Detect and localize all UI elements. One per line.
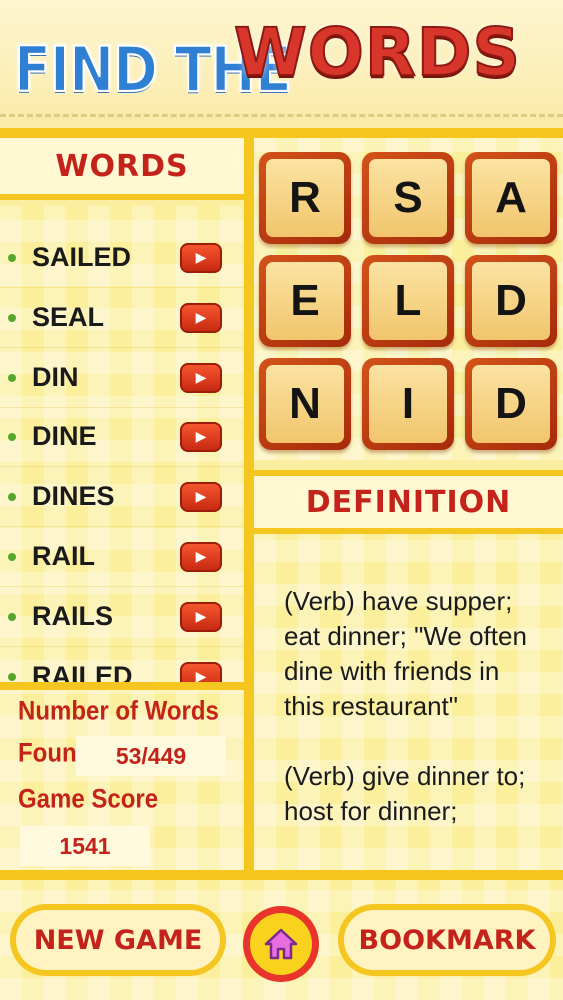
definition-panel[interactable]: (Verb) have supper; eat dinner; "We ofte… — [254, 534, 563, 870]
bullet-icon — [8, 432, 16, 441]
new-game-button[interactable]: NEW GAME — [10, 904, 226, 976]
game-score-label: Game Score — [18, 784, 159, 815]
letter-grid: R S A E L D N I D — [254, 138, 563, 460]
letter-tile[interactable]: N — [259, 358, 351, 450]
play-definition-button[interactable]: ▶ — [180, 362, 222, 393]
word-list-item: DINE ▶ — [0, 407, 244, 467]
title-header: FIND THE WORDS — [0, 0, 563, 128]
definition-heading-label: DEFINITION — [305, 484, 512, 520]
word-label: RAILED — [32, 661, 133, 682]
definition-text[interactable]: (Verb) have supper; eat dinner; "We ofte… — [284, 584, 544, 840]
word-list-item: RAILS ▶ — [0, 587, 244, 647]
play-definition-button[interactable]: ▶ — [180, 302, 222, 333]
letter-tile[interactable]: A — [465, 152, 557, 244]
play-definition-button[interactable]: ▶ — [180, 481, 222, 512]
word-label: DIN — [32, 362, 79, 392]
letter-tile[interactable]: L — [362, 255, 454, 347]
game-score-value: 1541 — [20, 826, 150, 866]
letter-tile[interactable]: R — [259, 152, 351, 244]
letter-tile-label: D — [472, 262, 550, 340]
word-label: RAIL — [32, 541, 95, 571]
bullet-icon — [8, 253, 16, 262]
bookmark-button[interactable]: BOOKMARK — [338, 904, 556, 976]
word-list-item: DIN ▶ — [0, 348, 244, 408]
letter-tile-label: R — [266, 159, 344, 237]
play-definition-button[interactable]: ▶ — [180, 661, 222, 682]
stitch-divider — [0, 114, 563, 122]
bullet-icon — [8, 672, 16, 681]
definition-paragraph: (Verb) give dinner to; host for dinner; — [284, 761, 526, 826]
letter-tile-label: I — [369, 365, 447, 443]
letter-tile-label: E — [266, 262, 344, 340]
word-label: RAILS — [32, 601, 113, 631]
word-list-item: RAIL ▶ — [0, 527, 244, 587]
word-list-item: SEAL ▶ — [0, 288, 244, 348]
home-button[interactable] — [243, 906, 319, 982]
word-list[interactable]: SAILED ▶ SEAL ▶ DIN ▶ DINE ▶ DINES ▶ RAI… — [0, 206, 244, 682]
column-separator — [244, 128, 254, 880]
bullet-icon — [8, 612, 16, 621]
play-definition-button[interactable]: ▶ — [180, 242, 222, 273]
letter-tile-label: D — [472, 365, 550, 443]
bullet-icon — [8, 552, 16, 561]
bottom-bar: NEW GAME BOOKMARK — [0, 880, 563, 1000]
word-list-item: SAILED ▶ — [0, 228, 244, 288]
word-label: SEAL — [32, 302, 105, 332]
play-definition-button[interactable]: ▶ — [180, 601, 222, 632]
new-game-label: NEW GAME — [16, 910, 220, 970]
stats-panel: Number of Words Found 53/449 Game Score … — [0, 682, 244, 870]
word-list-item: RAILED ▶ — [0, 647, 244, 682]
letter-tile[interactable]: E — [259, 255, 351, 347]
word-label: SAILED — [32, 242, 132, 272]
letter-tile-label: A — [472, 159, 550, 237]
letter-tile[interactable]: D — [465, 255, 557, 347]
letter-tile-label: N — [266, 365, 344, 443]
letter-tile[interactable]: I — [362, 358, 454, 450]
home-icon — [250, 913, 312, 975]
play-definition-button[interactable]: ▶ — [180, 421, 222, 452]
bullet-icon — [8, 313, 16, 322]
letter-tile-label: S — [369, 159, 447, 237]
word-list-item: DINES ▶ — [0, 467, 244, 527]
bullet-icon — [8, 492, 16, 501]
word-label: DINES — [32, 481, 115, 511]
bottom-divider — [0, 870, 563, 880]
definition-paragraph: (Verb) have supper; eat dinner; "We ofte… — [284, 586, 527, 721]
play-definition-button[interactable]: ▶ — [180, 541, 222, 572]
words-heading-label: WORDS — [55, 148, 189, 184]
letter-tile[interactable]: S — [362, 152, 454, 244]
bullet-icon — [8, 373, 16, 382]
letter-tile-label: L — [369, 262, 447, 340]
letter-tile[interactable]: D — [465, 358, 557, 450]
found-value: 53/449 — [76, 736, 226, 776]
word-label: DINE — [32, 421, 97, 451]
number-of-words-label: Number of Words — [18, 696, 219, 727]
words-heading: WORDS — [0, 138, 244, 200]
definition-heading: DEFINITION — [254, 470, 563, 534]
header-divider — [0, 128, 563, 138]
title-words: WORDS — [233, 13, 522, 92]
bookmark-label: BOOKMARK — [344, 910, 550, 970]
